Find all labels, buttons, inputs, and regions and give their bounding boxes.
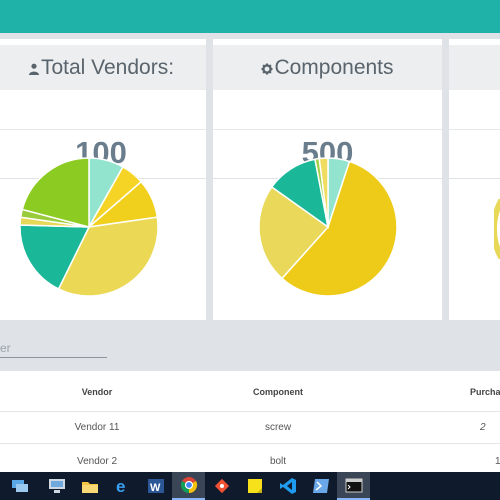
total-vendors-title: Total Vendors:: [28, 56, 174, 80]
taskbar-this-pc[interactable]: [40, 472, 73, 500]
column-header-purchases[interactable]: Purcha: [470, 387, 500, 397]
table-cell-vendor: Vendor 2: [76, 456, 118, 467]
file-explorer-icon: [81, 481, 98, 493]
third-pie-chart: [494, 199, 500, 259]
card-divider: [449, 129, 500, 130]
table-cell-purchases: 2: [480, 422, 486, 433]
components-title: Components: [261, 55, 394, 80]
components-card: Components 500: [213, 39, 442, 320]
taskbar-network[interactable]: [0, 472, 40, 500]
network-icon: [12, 480, 28, 492]
windows-taskbar: e W: [0, 472, 500, 500]
user-icon: [28, 63, 39, 75]
components-label: Components: [274, 55, 394, 79]
table-cell-vendor: Vendor 11: [74, 422, 120, 433]
taskbar-edge[interactable]: e: [106, 472, 139, 500]
purchases-table: Vendor Component Purcha Vendor 11 screw …: [0, 371, 500, 472]
components-pie-chart: [258, 157, 398, 297]
git-icon: [214, 478, 229, 494]
word-icon: W: [147, 479, 164, 494]
taskbar-word[interactable]: W: [139, 472, 172, 500]
chrome-icon: [180, 477, 197, 494]
third-card: [449, 39, 500, 320]
sticky-notes-icon: [247, 479, 262, 493]
column-header-vendor[interactable]: Vendor: [62, 387, 132, 397]
taskbar-powershell[interactable]: [304, 472, 337, 500]
terminal-icon: [345, 478, 362, 492]
vendors-pie-chart: [19, 157, 159, 297]
table-header-divider: [0, 411, 500, 412]
total-vendors-header: Total Vendors:: [0, 45, 206, 90]
table-row-divider: [0, 443, 500, 444]
filter-input[interactable]: [0, 336, 107, 358]
total-vendors-label: Total Vendors:: [40, 55, 175, 79]
table-cell-component: screw: [264, 422, 292, 433]
svg-text:e: e: [116, 477, 125, 495]
taskbar-chrome[interactable]: [172, 472, 205, 500]
table-cell-component: bolt: [269, 456, 287, 467]
third-card-header: [449, 45, 500, 90]
gear-icon: [261, 63, 273, 74]
column-header-component[interactable]: Component: [238, 387, 318, 397]
card-divider: [213, 129, 442, 130]
vscode-icon: [279, 478, 296, 494]
total-vendors-card: Total Vendors: 100: [0, 39, 206, 320]
components-header: Components: [213, 45, 442, 90]
computer-icon: [48, 479, 65, 493]
table-cell-purchases: 1: [495, 456, 500, 467]
edge-icon: e: [116, 477, 125, 495]
powershell-icon: [312, 479, 329, 493]
taskbar-git[interactable]: [205, 472, 238, 500]
card-divider: [449, 178, 500, 179]
svg-text:W: W: [150, 482, 161, 494]
top-app-bar: [0, 0, 500, 33]
taskbar-sticky-notes[interactable]: [238, 472, 271, 500]
card-divider: [0, 129, 206, 130]
taskbar-vscode[interactable]: [271, 472, 304, 500]
taskbar-terminal[interactable]: [337, 472, 370, 500]
taskbar-file-explorer[interactable]: [73, 472, 106, 500]
